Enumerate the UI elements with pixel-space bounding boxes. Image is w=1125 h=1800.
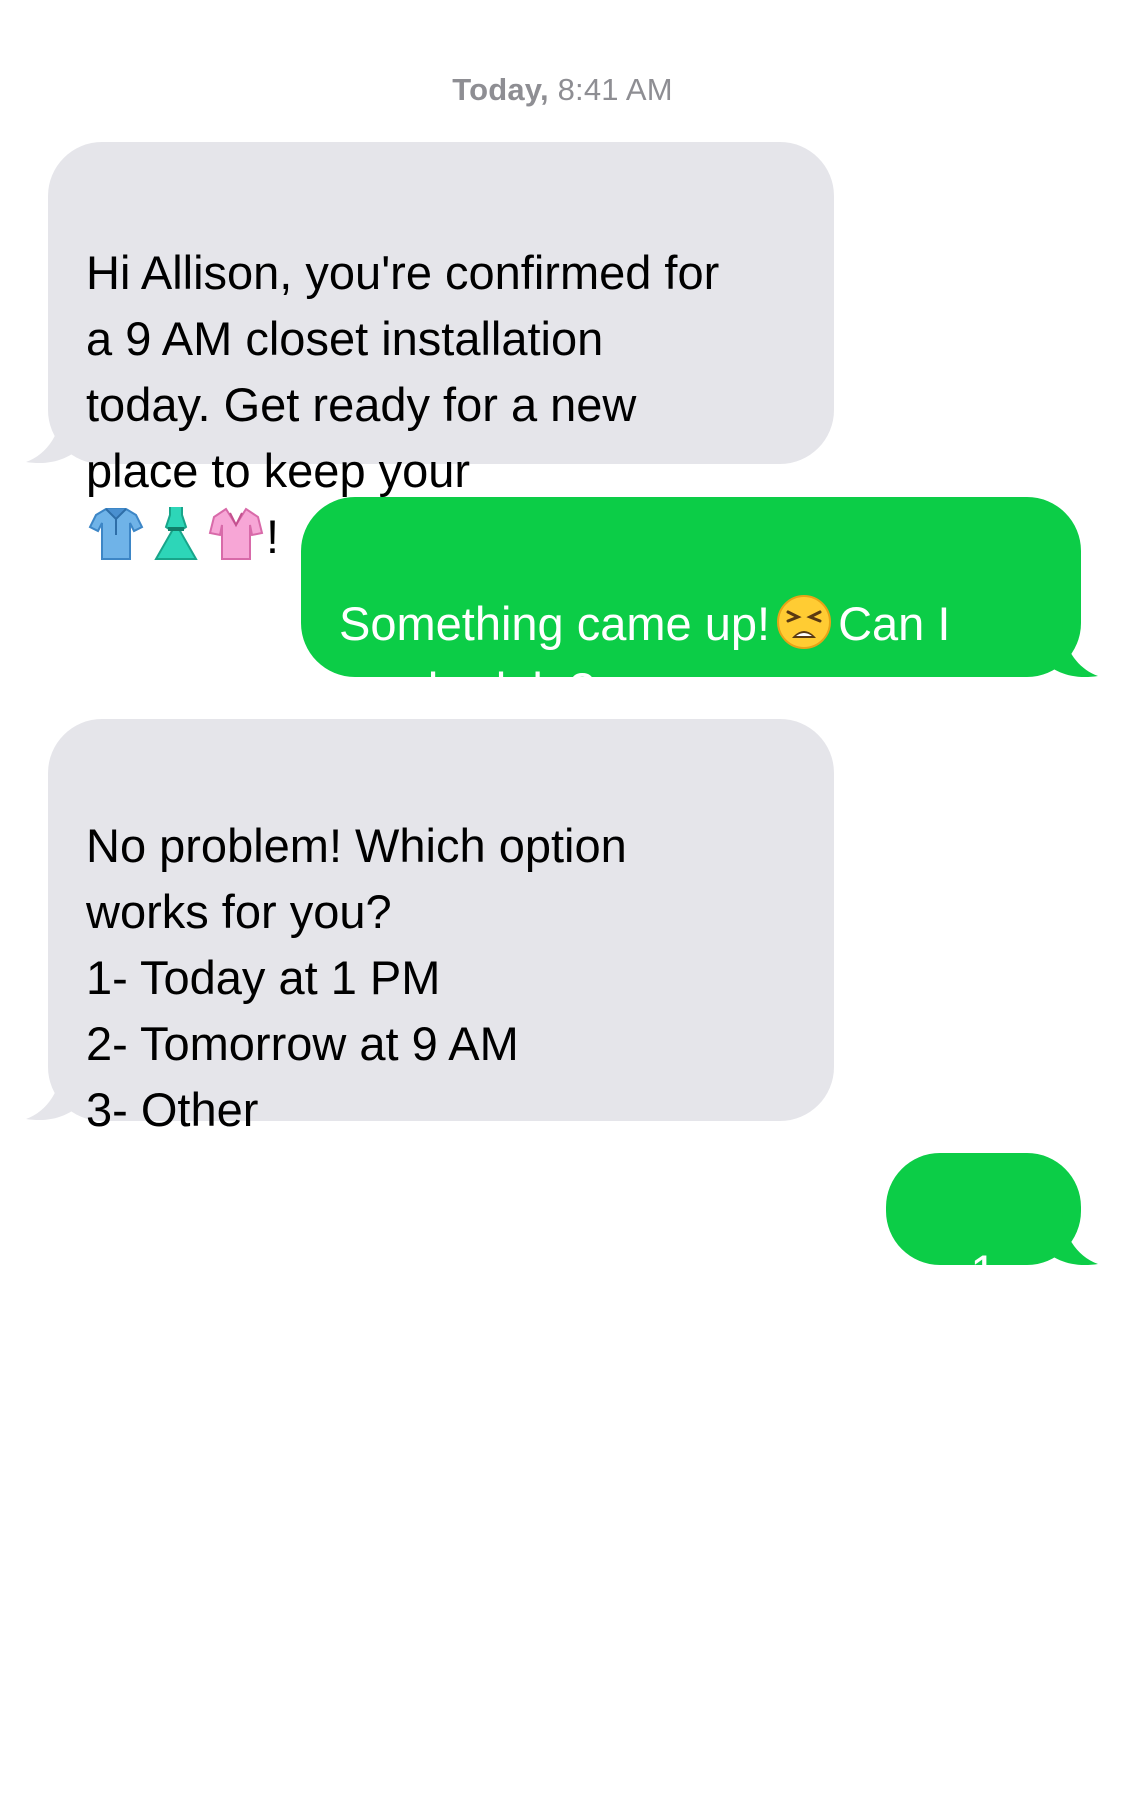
outgoing-bubble-tail xyxy=(1042,1206,1098,1266)
outgoing-message-bubble[interactable]: Something came up! Can I reschedule? xyxy=(301,497,1081,716)
conversation-timestamp: Today, 8:41 AM xyxy=(0,72,1125,108)
shirt-icon xyxy=(88,508,144,560)
outgoing-bubble-tail xyxy=(1042,618,1098,678)
dress-icon xyxy=(154,507,198,560)
message-text: Something came up! xyxy=(339,597,771,650)
message-text: 1 xyxy=(970,1245,997,1298)
message-trailing-text: ! xyxy=(266,510,280,563)
incoming-bubble-tail xyxy=(26,404,82,464)
timestamp-time: 8:41 AM xyxy=(557,72,673,107)
tired-face-icon xyxy=(777,595,832,649)
incoming-message-bubble[interactable]: No problem! Which option works for you? … xyxy=(48,719,834,1136)
blouse-icon xyxy=(208,507,264,560)
message-text: Hi Allison, you're confirmed for a 9 AM … xyxy=(86,246,720,497)
timestamp-day: Today, xyxy=(452,72,549,107)
incoming-bubble-tail xyxy=(26,1061,82,1121)
incoming-message-bubble[interactable]: Hi Allison, you're confirmed for a 9 AM … xyxy=(48,142,834,563)
message-text: No problem! Which option works for you? … xyxy=(86,819,627,1136)
